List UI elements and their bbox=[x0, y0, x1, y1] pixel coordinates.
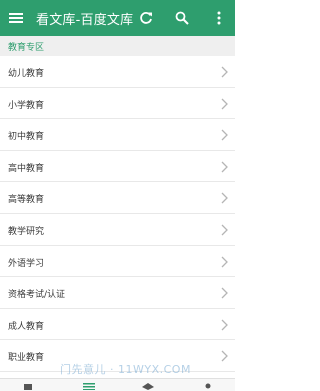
chevron-right-icon bbox=[221, 224, 228, 236]
list-item[interactable]: 高等教育 bbox=[0, 182, 235, 214]
list-item[interactable]: 教学研究 bbox=[0, 214, 235, 246]
nav-list-tab[interactable] bbox=[83, 382, 95, 390]
nav-layers-tab[interactable] bbox=[142, 382, 154, 390]
section-header: 教育专区 bbox=[0, 36, 235, 56]
menu-icon bbox=[9, 13, 23, 23]
list-item[interactable]: 高中教育 bbox=[0, 151, 235, 183]
chevron-right-icon bbox=[221, 350, 228, 362]
refresh-icon bbox=[140, 12, 152, 24]
chevron-right-icon bbox=[221, 192, 228, 204]
search-icon bbox=[175, 11, 189, 25]
chevron-right-icon bbox=[221, 319, 228, 331]
list-icon bbox=[83, 382, 95, 390]
list-item[interactable]: 资格考试/认证 bbox=[0, 277, 235, 309]
app-title: 看文库-百度文库 bbox=[36, 13, 134, 28]
watermark: 门先意儿 · 11WYX.COM bbox=[60, 363, 191, 376]
nav-person-tab[interactable] bbox=[202, 382, 214, 390]
chevron-right-icon bbox=[221, 161, 228, 173]
more-options-button[interactable] bbox=[211, 7, 227, 29]
more-vert-icon bbox=[217, 11, 221, 25]
list-item[interactable]: 成人教育 bbox=[0, 309, 235, 341]
menu-button[interactable] bbox=[0, 0, 32, 36]
list-item[interactable]: 初中教育 bbox=[0, 119, 235, 151]
list-item[interactable]: 小学教育 bbox=[0, 88, 235, 120]
chevron-right-icon bbox=[221, 256, 228, 268]
chevron-right-icon bbox=[221, 98, 228, 110]
list-item-label: 成人教育 bbox=[8, 321, 45, 332]
chevron-right-icon bbox=[221, 129, 228, 141]
search-button[interactable] bbox=[172, 7, 192, 29]
list-item[interactable]: 幼儿教育 bbox=[0, 56, 235, 88]
list-item-label: 教学研究 bbox=[8, 226, 45, 237]
chevron-right-icon bbox=[221, 287, 228, 299]
list-item-label: 小学教育 bbox=[8, 100, 45, 111]
list-item-label: 资格考试/认证 bbox=[8, 290, 66, 301]
layers-icon bbox=[142, 382, 154, 390]
bottom-navigation bbox=[0, 378, 235, 391]
person-icon bbox=[205, 383, 211, 388]
list-item-label: 职业教育 bbox=[8, 353, 45, 364]
list-item-label: 初中教育 bbox=[8, 132, 45, 143]
category-list: 幼儿教育 小学教育 初中教育 高中教育 高等教育 教学研究 外语学习 资格考试/… bbox=[0, 56, 235, 372]
list-item-label: 幼儿教育 bbox=[8, 69, 45, 79]
section-header-label: 教育专区 bbox=[8, 43, 45, 53]
refresh-button[interactable] bbox=[136, 7, 156, 29]
list-item-label: 高中教育 bbox=[8, 163, 45, 174]
list-item[interactable]: 外语学习 bbox=[0, 246, 235, 278]
nav-book-tab[interactable] bbox=[22, 382, 34, 390]
list-item-label: 外语学习 bbox=[8, 258, 45, 269]
app-bar: 看文库-百度文库 bbox=[0, 0, 235, 36]
book-icon bbox=[24, 383, 32, 390]
list-item-label: 高等教育 bbox=[8, 195, 45, 206]
chevron-right-icon bbox=[221, 66, 228, 78]
